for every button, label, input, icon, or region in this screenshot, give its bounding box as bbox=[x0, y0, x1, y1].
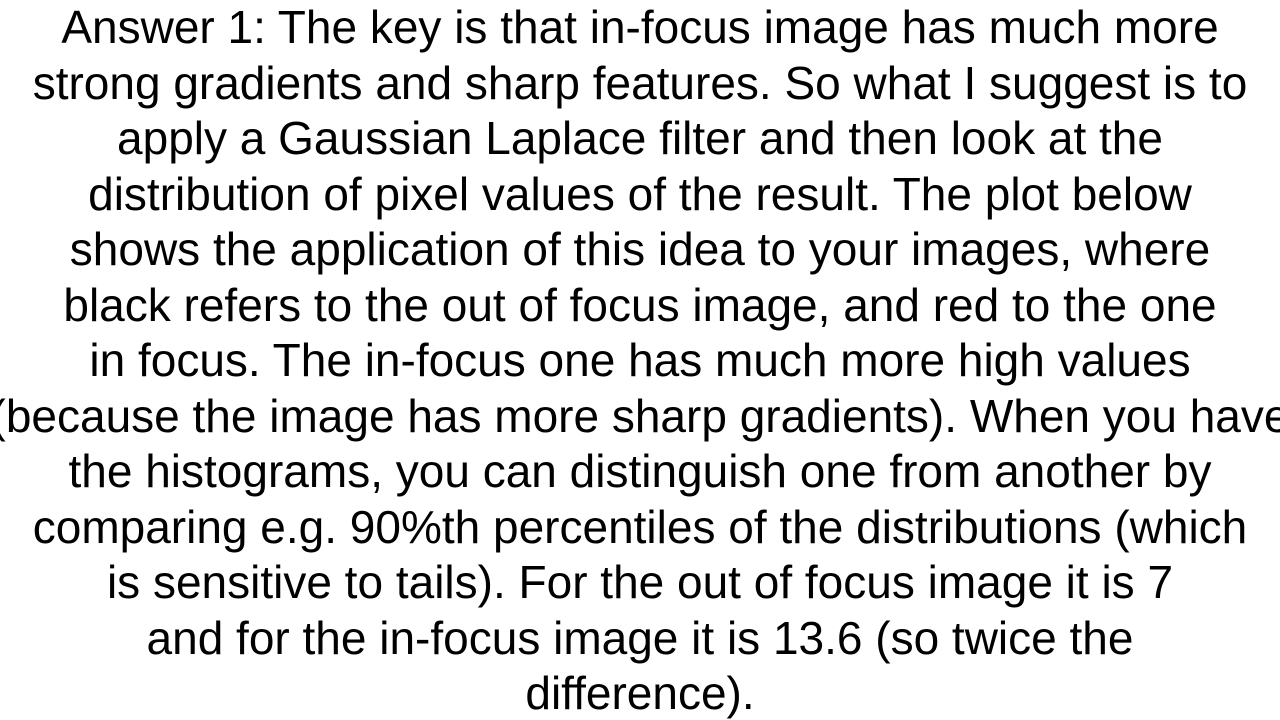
text-line: difference). bbox=[525, 667, 755, 719]
text-line: distribution of pixel values of the resu… bbox=[88, 167, 1192, 220]
text-line: in focus. The in-focus one has much more… bbox=[89, 334, 1191, 386]
text-line: comparing e.g. 90%th percentiles of the … bbox=[32, 500, 1248, 553]
text-line: strong gradients and sharp features. So … bbox=[32, 56, 1248, 109]
text-line: black refers to the out of focus image, … bbox=[63, 278, 1217, 331]
text-line: the histograms, you can distinguish one … bbox=[68, 445, 1212, 497]
text-line: and for the in-focus image it is 13.6 (s… bbox=[146, 611, 1134, 664]
text-line: shows the application of this idea to yo… bbox=[69, 223, 1211, 275]
text-line: (because the image has more sharp gradie… bbox=[0, 389, 1280, 442]
answer-text-page: Answer 1: The key is that in-focus image… bbox=[0, 0, 1280, 720]
text-line: apply a Gaussian Laplace filter and then… bbox=[117, 112, 1163, 164]
text-line: is sensitive to tails). For the out of f… bbox=[106, 556, 1174, 608]
text-line: Answer 1: The key is that in-focus image… bbox=[61, 1, 1219, 53]
